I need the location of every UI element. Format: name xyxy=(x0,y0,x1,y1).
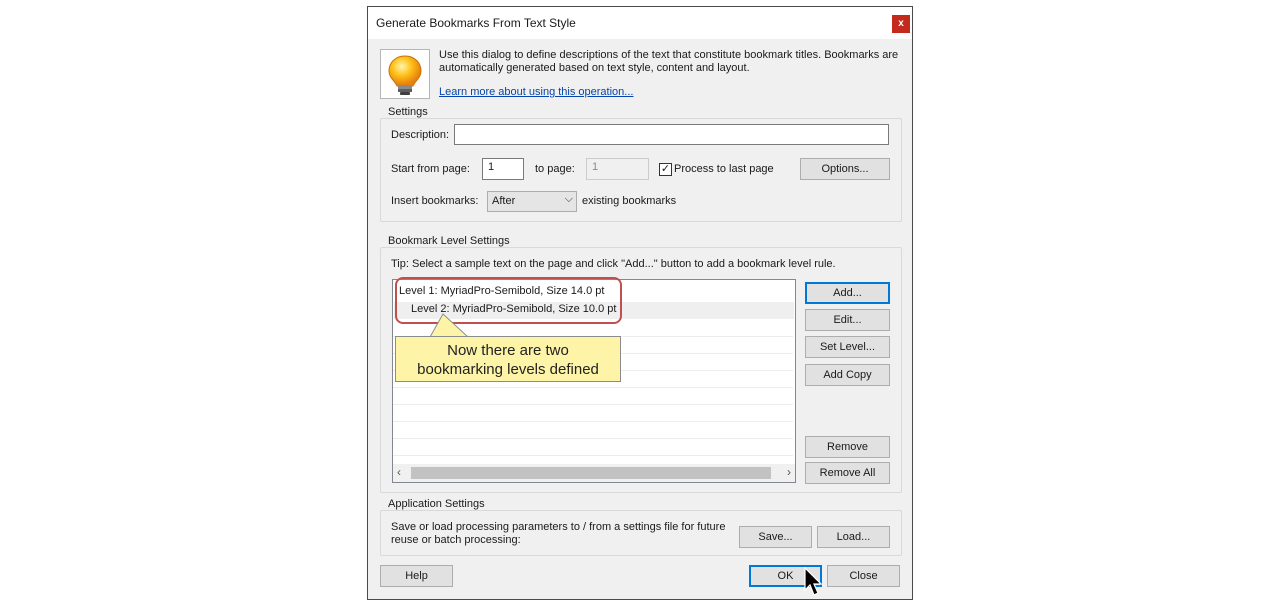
set-level-button[interactable]: Set Level... xyxy=(805,336,890,358)
description-input[interactable] xyxy=(454,124,889,145)
settings-legend: Settings xyxy=(385,106,431,118)
add-level-button[interactable]: Add... xyxy=(805,282,890,304)
scrollbar-thumb[interactable] xyxy=(411,467,771,479)
insert-position-value: After xyxy=(492,195,516,207)
start-page-input[interactable]: 1 xyxy=(482,158,524,180)
process-last-page-checkbox[interactable]: ✓ xyxy=(659,163,672,176)
to-page-input[interactable]: 1 xyxy=(586,158,649,180)
save-settings-button[interactable]: Save... xyxy=(739,526,812,548)
info-text: Use this dialog to define descriptions o… xyxy=(439,49,899,74)
generate-bookmarks-dialog: Generate Bookmarks From Text Style x Use… xyxy=(367,6,913,600)
close-window-button[interactable]: x xyxy=(892,15,910,33)
mouse-pointer-icon xyxy=(804,567,822,596)
insert-bookmarks-label: Insert bookmarks: xyxy=(391,195,479,207)
process-last-page-label: Process to last page xyxy=(674,163,774,175)
to-page-label: to page: xyxy=(535,163,575,175)
start-page-label: Start from page: xyxy=(391,163,470,175)
options-button[interactable]: Options... xyxy=(800,158,890,180)
chevron-down-icon: ⌵ xyxy=(564,193,573,205)
tip-text: Tip: Select a sample text on the page an… xyxy=(391,258,836,270)
insert-position-select[interactable]: After ⌵ xyxy=(487,191,577,212)
description-label: Description: xyxy=(391,129,450,141)
annotation-callout: Now there are two bookmarking levels def… xyxy=(395,336,621,382)
application-settings-text: Save or load processing parameters to / … xyxy=(391,521,726,546)
chevron-left-icon[interactable]: ‹ xyxy=(397,465,401,479)
edit-level-button[interactable]: Edit... xyxy=(805,309,890,331)
remove-level-button[interactable]: Remove xyxy=(805,436,890,458)
dialog-titlebar: Generate Bookmarks From Text Style x xyxy=(368,7,912,39)
add-copy-button[interactable]: Add Copy xyxy=(805,364,890,386)
application-settings-legend: Application Settings xyxy=(385,498,488,510)
dialog-title: Generate Bookmarks From Text Style xyxy=(376,16,576,30)
remove-all-button[interactable]: Remove All xyxy=(805,462,890,484)
horizontal-scrollbar[interactable]: ‹ › xyxy=(393,464,795,482)
chevron-right-icon[interactable]: › xyxy=(787,465,791,479)
help-button[interactable]: Help xyxy=(380,565,453,587)
existing-bookmarks-label: existing bookmarks xyxy=(582,195,677,207)
close-button[interactable]: Close xyxy=(827,565,900,587)
learn-more-link[interactable]: Learn more about using this operation... xyxy=(439,86,633,98)
callout-line-2: bookmarking levels defined xyxy=(417,361,599,378)
callout-line-1: Now there are two xyxy=(447,342,569,359)
load-settings-button[interactable]: Load... xyxy=(817,526,890,548)
bookmark-levels-legend: Bookmark Level Settings xyxy=(385,235,513,247)
lightbulb-icon xyxy=(380,49,430,99)
